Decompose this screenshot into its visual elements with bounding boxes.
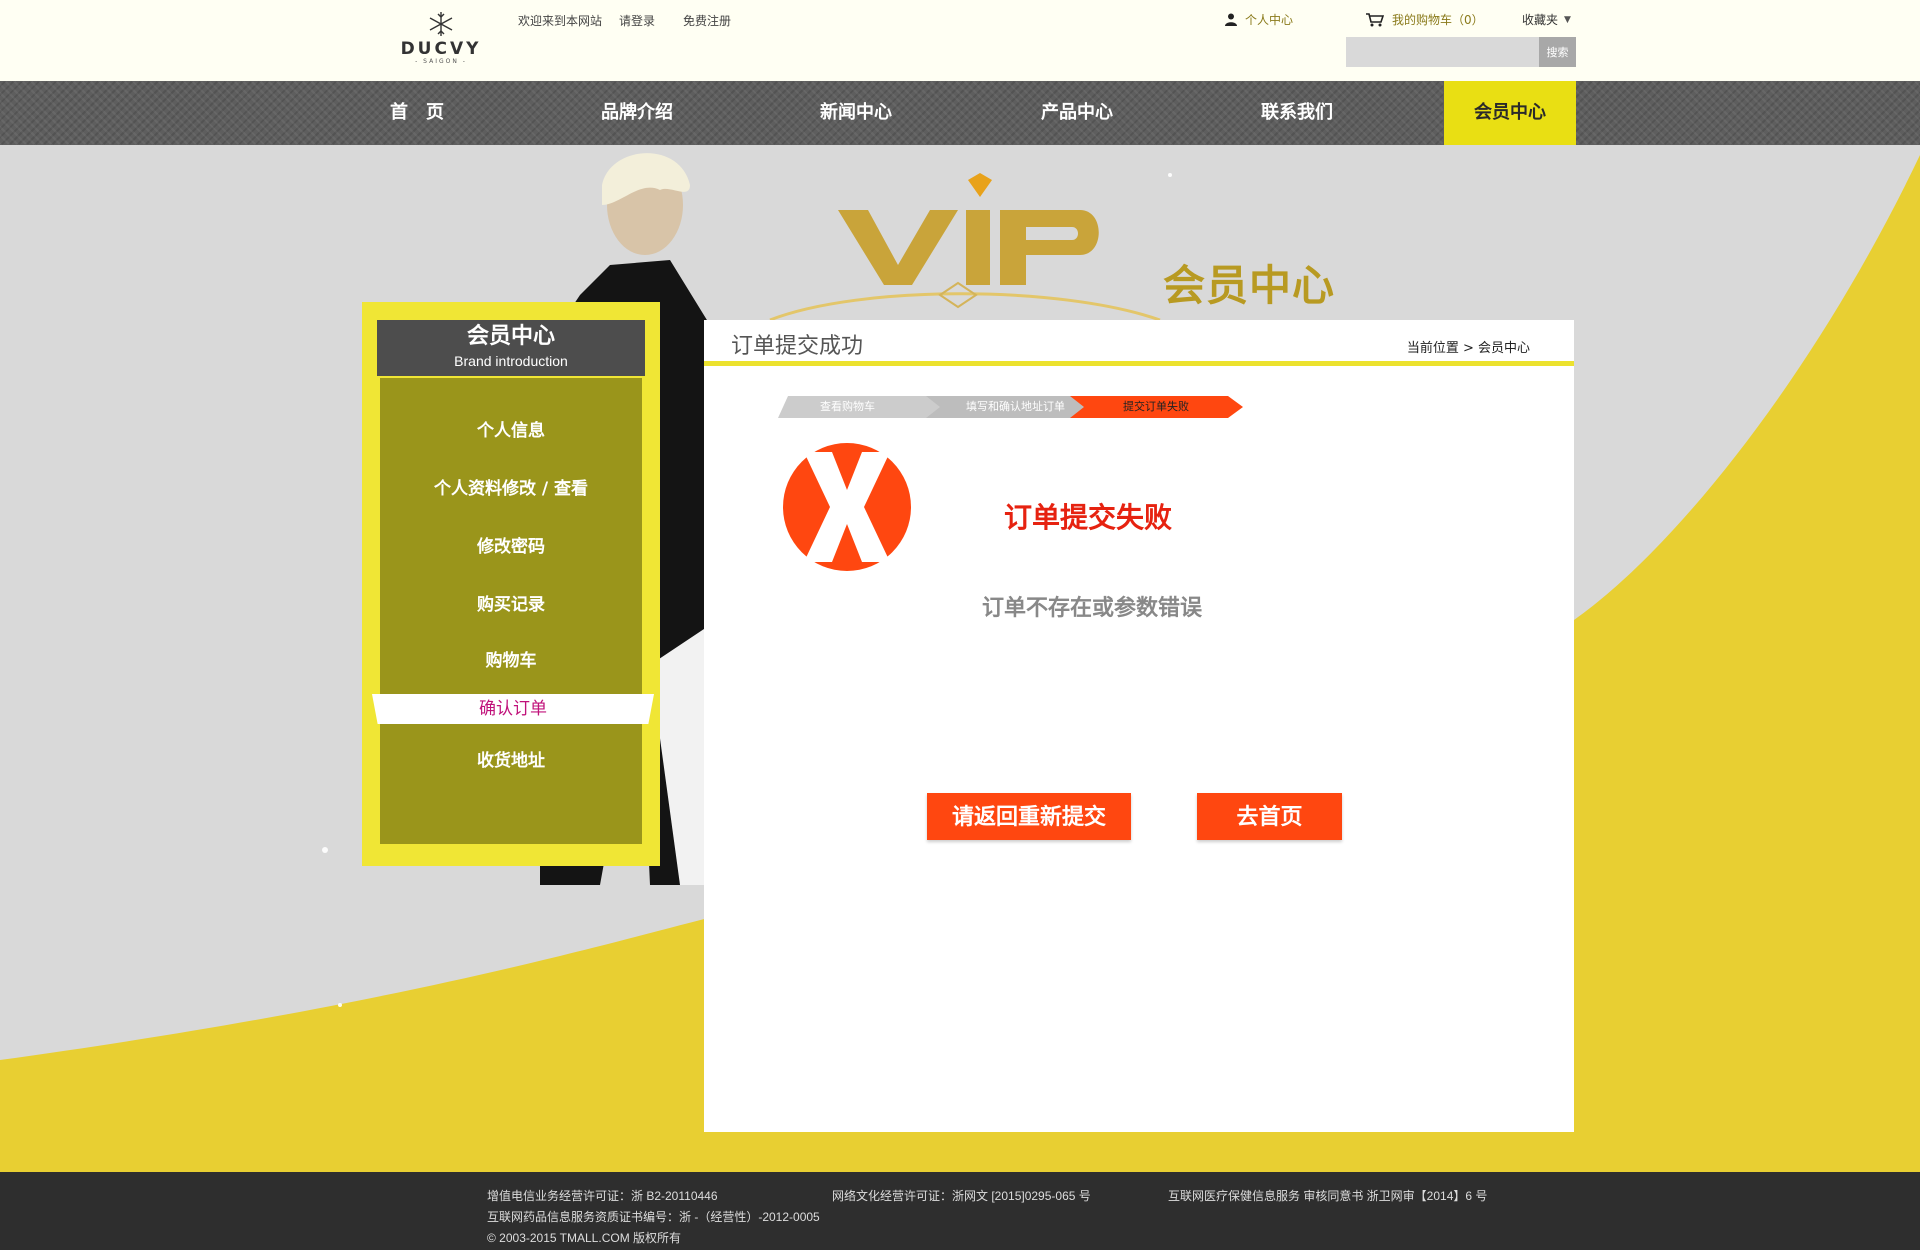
- nav-news[interactable]: 新闻中心: [801, 81, 911, 145]
- error-x-icon: [783, 443, 911, 571]
- resubmit-button[interactable]: 请返回重新提交: [927, 793, 1131, 840]
- snowflake-icon: [429, 12, 453, 36]
- sidebar-item-confirm-order[interactable]: 确认订单: [372, 694, 654, 724]
- footer-license-4: 互联网药品信息服务资质证书编号：浙 -（经营性）-2012-0005: [487, 1210, 820, 1224]
- brand-logo[interactable]: DUCVY - SAIGON -: [391, 10, 491, 72]
- order-steps: 查看购物车 填写和确认地址订单 提交订单失败: [778, 396, 1248, 418]
- banner-title: 会员中心: [1163, 261, 1336, 310]
- user-icon: [1225, 13, 1237, 26]
- sidebar-subtitle: Brand introduction: [454, 353, 568, 369]
- go-home-button[interactable]: 去首页: [1197, 793, 1342, 840]
- brand-sub: - SAIGON -: [415, 58, 467, 65]
- search-box: 搜索: [1346, 37, 1576, 67]
- user-center-label: 个人中心: [1245, 13, 1294, 27]
- cart-label: 我的购物车（0）: [1392, 13, 1484, 27]
- sidebar-item-shipping-address[interactable]: 收货地址: [380, 746, 642, 771]
- sidebar-item-cart[interactable]: 购物车: [380, 646, 642, 671]
- top-bar: DUCVY - SAIGON - 欢迎来到本网站 请登录 免费注册 个人中心 我…: [0, 0, 1920, 81]
- page-title: 订单提交成功: [731, 334, 864, 359]
- footer-license-1: 增值电信业务经营许可证：浙 B2-20110446: [487, 1189, 718, 1203]
- sidebar-item-change-password[interactable]: 修改密码: [380, 532, 642, 557]
- favorites-label: 收藏夹: [1522, 13, 1559, 27]
- step-submit-failed: 提交订单失败: [1123, 400, 1189, 413]
- footer-license-3: 互联网医疗保健信息服务 审核同意书 浙卫网审【2014】6 号: [1168, 1189, 1488, 1203]
- user-center-link[interactable]: 个人中心: [1225, 11, 1293, 28]
- nav-home[interactable]: 首 页: [362, 81, 472, 145]
- nav-brand[interactable]: 品牌介绍: [582, 81, 692, 145]
- nav-contact[interactable]: 联系我们: [1242, 81, 1352, 145]
- main-nav: 首 页 品牌介绍 新闻中心 产品中心 联系我们 会员中心: [0, 81, 1920, 145]
- cart-link[interactable]: 我的购物车（0）: [1366, 11, 1484, 28]
- favorites-dropdown[interactable]: 收藏夹 ▼: [1522, 11, 1571, 28]
- sidebar-header: 会员中心 Brand introduction: [377, 320, 645, 376]
- step-view-cart: 查看购物车: [820, 400, 875, 413]
- nav-products[interactable]: 产品中心: [1022, 81, 1132, 145]
- sidebar-item-edit-profile[interactable]: 个人资料修改 / 查看: [380, 474, 642, 499]
- brand-name: DUCVY: [400, 39, 482, 59]
- footer-license-2: 网络文化经营许可证：浙网文 [2015]0295-065 号: [832, 1189, 1091, 1203]
- search-input[interactable]: [1346, 37, 1539, 67]
- sidebar-title: 会员中心: [466, 324, 555, 349]
- sidebar-menu: 个人信息 个人资料修改 / 查看 修改密码 购买记录 购物车 确认订单 收货地址: [372, 378, 654, 844]
- login-link[interactable]: 请登录: [619, 12, 655, 29]
- sidebar-item-personal-info[interactable]: 个人信息: [380, 416, 642, 441]
- sidebar-item-purchase-history[interactable]: 购买记录: [380, 590, 642, 615]
- search-button[interactable]: 搜索: [1539, 37, 1576, 67]
- welcome-text: 欢迎来到本网站: [518, 14, 603, 28]
- breadcrumb: 当前位置 > 会员中心: [1406, 341, 1530, 356]
- chevron-down-icon: ▼: [1564, 14, 1571, 25]
- nav-member-center[interactable]: 会员中心: [1444, 81, 1576, 145]
- footer: 增值电信业务经营许可证：浙 B2-20110446 网络文化经营许可证：浙网文 …: [0, 1172, 1920, 1250]
- fail-reason: 订单不存在或参数错误: [982, 596, 1203, 621]
- step-fill-address: 填写和确认地址订单: [966, 400, 1065, 413]
- cart-icon: [1366, 12, 1384, 26]
- register-link[interactable]: 免费注册: [683, 12, 731, 29]
- fail-title: 订单提交失败: [1004, 501, 1173, 534]
- top-links: 欢迎来到本网站 请登录 免费注册: [518, 12, 748, 29]
- footer-copyright: © 2003-2015 TMALL.COM 版权所有: [487, 1231, 682, 1245]
- sidebar: 会员中心 Brand introduction 个人信息 个人资料修改 / 查看…: [362, 302, 660, 866]
- main-panel: 订单提交成功 当前位置 > 会员中心 查看购物车 填写和确认地址订单 提交订单失…: [704, 320, 1574, 1132]
- panel-header: 订单提交成功 当前位置 > 会员中心: [704, 320, 1574, 366]
